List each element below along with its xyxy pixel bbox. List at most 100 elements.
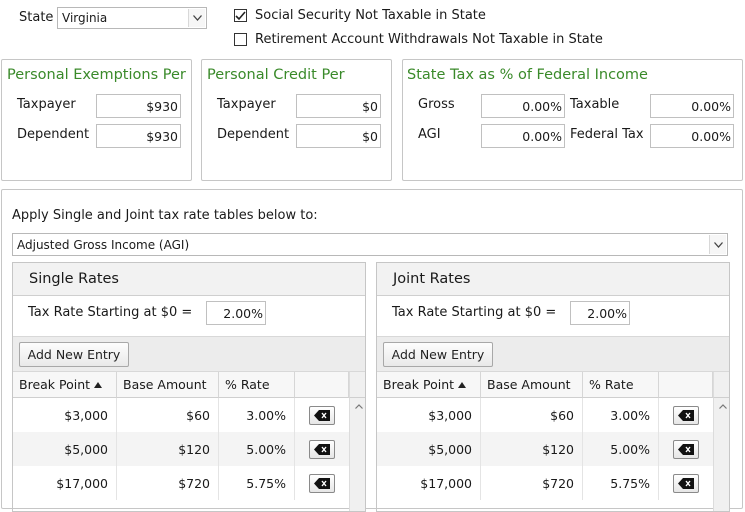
single-col-break-label: Break Point — [19, 377, 91, 392]
exemption-taxpayer-input[interactable]: $930 — [96, 94, 181, 118]
joint-row-1-rate[interactable]: 3.00% — [583, 398, 659, 432]
exemption-taxpayer-label: Taxpayer — [17, 97, 76, 112]
single-row-1-rate[interactable]: 3.00% — [219, 398, 295, 432]
single-row-2-base[interactable]: $120 — [117, 432, 219, 466]
joint-rates-title: Joint Rates — [377, 263, 729, 296]
joint-row-3-break[interactable]: $17,000 — [377, 466, 481, 500]
joint-row-2-break[interactable]: $5,000 — [377, 432, 481, 466]
joint-row-3-base[interactable]: $720 — [481, 466, 583, 500]
single-scroll-corner — [349, 372, 365, 398]
exemption-dependent-input[interactable]: $930 — [96, 124, 181, 148]
joint-row-2-rate[interactable]: 5.00% — [583, 432, 659, 466]
scroll-up-icon[interactable] — [719, 404, 727, 409]
retirement-not-taxable-option[interactable]: Retirement Account Withdrawals Not Taxab… — [234, 32, 603, 47]
single-row-1-base[interactable]: $60 — [117, 398, 219, 432]
apply-tables-label: Apply Single and Joint tax rate tables b… — [12, 208, 318, 223]
backspace-icon — [314, 409, 330, 421]
personal-credit-title: Personal Credit Per — [207, 67, 345, 83]
single-rows: $3,000 $60 3.00% $5,000 $120 5.00% $17,0… — [13, 398, 349, 500]
federal-tax-label: Federal Tax — [570, 127, 644, 142]
table-row: $5,000 $120 5.00% — [13, 432, 349, 466]
joint-row-2-delete-button[interactable] — [673, 439, 699, 459]
single-toolbar: Add New Entry — [13, 336, 365, 372]
state-dropdown-value: Virginia — [62, 11, 108, 25]
single-row-3-rate[interactable]: 5.75% — [219, 466, 295, 500]
check-icon — [235, 10, 246, 20]
single-start-rate-input[interactable]: 2.00% — [206, 301, 266, 325]
joint-row-1-base[interactable]: $60 — [481, 398, 583, 432]
credit-taxpayer-input[interactable]: $0 — [296, 94, 381, 118]
table-row: $3,000 $60 3.00% — [377, 398, 713, 432]
agi-input[interactable]: 0.00% — [481, 124, 565, 148]
chevron-down-icon[interactable] — [709, 235, 726, 254]
ss-not-taxable-label: Social Security Not Taxable in State — [255, 8, 486, 23]
joint-row-1-delete-button[interactable] — [673, 405, 699, 425]
agi-label: AGI — [418, 127, 441, 142]
single-row-1-break[interactable]: $3,000 — [13, 398, 117, 432]
single-col-base-amount[interactable]: Base Amount — [117, 372, 219, 398]
table-row: $17,000 $720 5.75% — [13, 466, 349, 500]
ss-not-taxable-option[interactable]: Social Security Not Taxable in State — [234, 8, 486, 23]
joint-rates-panel: Joint Rates Tax Rate Starting at $0 = 2.… — [376, 262, 730, 512]
backspace-icon — [678, 409, 694, 421]
table-row: $5,000 $120 5.00% — [377, 432, 713, 466]
single-vertical-scrollbar[interactable] — [349, 398, 365, 511]
state-label: State — [19, 10, 54, 25]
joint-rows: $3,000 $60 3.00% $5,000 $120 5.00% $17,0… — [377, 398, 713, 500]
table-row: $17,000 $720 5.75% — [377, 466, 713, 500]
joint-row-3-delete-button[interactable] — [673, 473, 699, 493]
sort-asc-icon — [458, 381, 467, 388]
single-row-2-rate[interactable]: 5.00% — [219, 432, 295, 466]
taxable-label: Taxable — [570, 97, 620, 112]
ss-not-taxable-checkbox[interactable] — [234, 9, 247, 22]
joint-col-rate[interactable]: % Rate — [583, 372, 659, 398]
single-col-actions — [295, 372, 349, 398]
gross-input[interactable]: 0.00% — [481, 94, 565, 118]
personal-exemptions-title: Personal Exemptions Per — [7, 67, 186, 83]
single-rates-title: Single Rates — [13, 263, 365, 296]
joint-col-actions — [659, 372, 713, 398]
single-row-1-delete-button[interactable] — [309, 405, 335, 425]
single-add-entry-button[interactable]: Add New Entry — [19, 342, 129, 367]
state-tax-pct-title: State Tax as % of Federal Income — [407, 67, 648, 83]
joint-col-break-point[interactable]: Break Point — [377, 372, 481, 398]
taxable-input[interactable]: 0.00% — [650, 94, 734, 118]
joint-row-3-rate[interactable]: 5.75% — [583, 466, 659, 500]
single-row-2-break[interactable]: $5,000 — [13, 432, 117, 466]
credit-dependent-input[interactable]: $0 — [296, 124, 381, 148]
joint-col-base-amount[interactable]: Base Amount — [481, 372, 583, 398]
federal-tax-input[interactable]: 0.00% — [650, 124, 734, 148]
single-row-3-break[interactable]: $17,000 — [13, 466, 117, 500]
sort-asc-icon — [94, 381, 103, 388]
credit-taxpayer-label: Taxpayer — [217, 97, 276, 112]
single-row-2-delete-button[interactable] — [309, 439, 335, 459]
joint-toolbar: Add New Entry — [377, 336, 729, 372]
single-row-3-delete-button[interactable] — [309, 473, 335, 493]
backspace-icon — [314, 477, 330, 489]
apply-to-dropdown-value: Adjusted Gross Income (AGI) — [17, 237, 190, 252]
scroll-up-icon[interactable] — [355, 404, 363, 409]
backspace-icon — [314, 443, 330, 455]
apply-to-dropdown[interactable]: Adjusted Gross Income (AGI) — [12, 233, 728, 256]
table-row: $3,000 $60 3.00% — [13, 398, 349, 432]
joint-row-1-break[interactable]: $3,000 — [377, 398, 481, 432]
backspace-icon — [678, 477, 694, 489]
single-start-label: Tax Rate Starting at $0 = — [28, 305, 193, 320]
retirement-not-taxable-label: Retirement Account Withdrawals Not Taxab… — [255, 32, 603, 47]
gross-label: Gross — [418, 97, 455, 112]
joint-start-rate-input[interactable]: 2.00% — [570, 301, 630, 325]
joint-add-entry-button[interactable]: Add New Entry — [383, 342, 493, 367]
single-col-rate[interactable]: % Rate — [219, 372, 295, 398]
chevron-down-icon[interactable] — [188, 9, 205, 27]
joint-row-2-base[interactable]: $120 — [481, 432, 583, 466]
joint-col-break-label: Break Point — [383, 377, 455, 392]
joint-vertical-scrollbar[interactable] — [713, 398, 729, 511]
retirement-not-taxable-checkbox[interactable] — [234, 33, 247, 46]
single-col-break-point[interactable]: Break Point — [13, 372, 117, 398]
single-row-3-base[interactable]: $720 — [117, 466, 219, 500]
exemption-dependent-label: Dependent — [17, 127, 90, 142]
joint-scroll-corner — [713, 372, 729, 398]
credit-dependent-label: Dependent — [217, 127, 290, 142]
state-dropdown[interactable]: Virginia — [57, 7, 207, 29]
joint-start-label: Tax Rate Starting at $0 = — [392, 305, 557, 320]
